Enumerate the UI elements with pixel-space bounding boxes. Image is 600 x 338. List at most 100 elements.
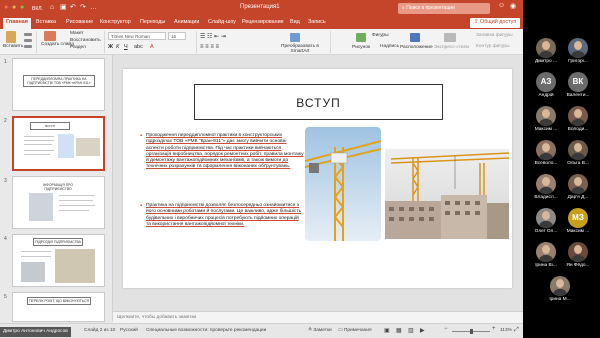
smartart-icon[interactable]: [290, 33, 300, 42]
font-size-select[interactable]: 16: [168, 32, 186, 40]
participant-tile[interactable]: Володи...: [563, 106, 593, 132]
search-input[interactable]: ⌕ Поиск в презентации: [398, 3, 490, 14]
current-slide[interactable]: ВСТУП ▪ Проходження переддипломної практ…: [123, 69, 512, 288]
tab-design[interactable]: Конструктор: [100, 19, 131, 25]
participant-name: Владисл...: [534, 195, 558, 200]
undo-icon[interactable]: ↶: [70, 3, 76, 13]
crane-photo-2[interactable]: [385, 149, 509, 239]
maximize-window-icon[interactable]: ●: [20, 3, 24, 13]
font-select[interactable]: Times New Roman: [108, 32, 166, 40]
more-icon[interactable]: …: [90, 3, 97, 13]
autosave-label[interactable]: ВКЛ.: [32, 4, 43, 14]
align-icon[interactable]: ≡ ≡ ≡ ≡: [200, 44, 219, 50]
font-color-icon[interactable]: A: [150, 44, 154, 50]
new-slide-button[interactable]: Создать слайд: [41, 42, 74, 47]
picture-button[interactable]: Рисунок: [352, 45, 370, 50]
layout-button[interactable]: Макет: [70, 31, 84, 36]
quick-styles-button[interactable]: Экспресс-стили: [434, 45, 469, 50]
redo-icon[interactable]: ↷: [80, 3, 86, 13]
slide-thumbnail-4[interactable]: ПІДРОЗДІЛ ПІДПРИЄМСТВА: [12, 234, 105, 287]
participant-tile[interactable]: Дмитро ...: [531, 38, 561, 64]
arrange-icon[interactable]: [410, 33, 420, 42]
quick-styles-icon[interactable]: [444, 33, 456, 42]
smiley-feedback-icon[interactable]: ☺: [498, 2, 505, 9]
reset-button[interactable]: Восстановить: [70, 38, 101, 43]
user-account-icon[interactable]: ◉: [510, 2, 516, 10]
arrange-button[interactable]: Расположение: [400, 45, 433, 50]
tab-review[interactable]: Рецензирование: [242, 19, 284, 25]
participant-tile[interactable]: Ірина М...: [545, 276, 575, 302]
slideshow-view-icon[interactable]: ▶: [420, 327, 425, 334]
tab-record[interactable]: Запись: [308, 19, 326, 25]
tab-view[interactable]: Вид: [290, 19, 300, 25]
cut-icon[interactable]: [24, 33, 32, 36]
crane-photo-1-graphic: [305, 127, 381, 241]
participant-tile[interactable]: Всеволо...: [531, 140, 561, 166]
section-button[interactable]: Раздел: [70, 45, 86, 50]
participant-tile[interactable]: Владисл...: [531, 174, 561, 200]
notes-toggle-button[interactable]: ≙ Заметки: [308, 328, 332, 333]
slide-thumbnail-2[interactable]: ВСТУП: [12, 116, 105, 171]
participant-tile[interactable]: Дар'я Д...: [563, 174, 593, 200]
paste-icon[interactable]: [6, 31, 16, 43]
zoom-level[interactable]: 113%: [500, 328, 512, 333]
textbox-button[interactable]: Надпись: [380, 44, 399, 49]
slide-editor[interactable]: ВСТУП ▪ Проходження переддипломної практ…: [113, 55, 523, 311]
participant-tile[interactable]: Максим ...: [531, 106, 561, 132]
zoom-out-icon[interactable]: −: [444, 326, 448, 332]
picture-icon[interactable]: [356, 33, 366, 42]
bullet-1[interactable]: ▪ Проходження переддипломної практики в …: [140, 133, 304, 171]
thumbnail-image: [76, 138, 100, 156]
tab-draw[interactable]: Рисование: [66, 19, 93, 25]
shapes-button[interactable]: Фигуры: [372, 33, 389, 38]
save-icon[interactable]: ▣: [60, 3, 67, 13]
format-painter-icon[interactable]: [24, 45, 32, 48]
slide-thumbnail-3[interactable]: ІНФОРМАЦІЯ ПРО ПІДПРИЄМСТВО: [12, 176, 105, 229]
italic-icon[interactable]: К: [116, 44, 119, 50]
participant-tile[interactable]: Ольга В...: [563, 140, 593, 166]
participant-tile[interactable]: ВК Валенти...: [563, 72, 593, 98]
bullet-2[interactable]: ▪ Практика на підприємстві дозволяє безп…: [140, 203, 304, 228]
new-slide-icon[interactable]: [44, 31, 56, 41]
tab-home[interactable]: Главная: [3, 18, 31, 29]
minimize-window-icon[interactable]: ●: [12, 3, 16, 13]
reading-view-icon[interactable]: ▥: [408, 327, 414, 334]
zoom-slider-handle[interactable]: [470, 329, 473, 334]
close-window-icon[interactable]: ●: [4, 3, 8, 13]
bullets-icon[interactable]: ☰ ☷ ⇤ ⇥: [200, 33, 226, 40]
fit-to-window-icon[interactable]: ⤢: [514, 327, 519, 334]
normal-view-icon[interactable]: ▣: [384, 327, 390, 334]
tab-slideshow[interactable]: Слайд-шоу: [208, 19, 236, 25]
language-indicator[interactable]: Русский: [120, 328, 138, 333]
copy-icon[interactable]: [24, 39, 32, 42]
participant-tile[interactable]: Ян Фёдо...: [563, 242, 593, 268]
slide-sorter-icon[interactable]: ▦: [396, 327, 402, 334]
participant-avatar: [536, 106, 556, 126]
comments-toggle-button[interactable]: ▭ Примечания: [338, 328, 372, 333]
participant-tile[interactable]: МЗ Максим ...: [563, 208, 593, 234]
tab-animations[interactable]: Анимации: [174, 19, 199, 25]
convert-smartart-button[interactable]: Преобразовать в SmartArt: [280, 44, 320, 54]
tab-insert[interactable]: Вставка: [36, 19, 56, 25]
slide-thumbnail-1[interactable]: ПЕРЕДДИПЛОМНА ПРАКТИКА НА ПІДПРИЄМСТВІ Т…: [12, 58, 105, 111]
shape-outline-button[interactable]: Контур фигуры: [476, 44, 510, 49]
strikethrough-icon[interactable]: abc: [134, 44, 143, 50]
thumbnail-title: ПЕРЕЛІК РОБІТ, ЩО ВИКОНУЮТЬСЯ: [27, 297, 91, 305]
share-button[interactable]: ⇪ Общий доступ: [470, 18, 521, 28]
home-icon[interactable]: ⌂: [50, 3, 54, 13]
shape-fill-button[interactable]: Заливка фигуры: [476, 33, 513, 38]
paste-button[interactable]: Вставить: [3, 44, 23, 49]
tab-transitions[interactable]: Переходы: [140, 19, 165, 25]
participant-tile[interactable]: Ірина Ві...: [531, 242, 561, 268]
title-placeholder[interactable]: ВСТУП: [194, 84, 443, 120]
slide-thumbnail-5[interactable]: ПЕРЕЛІК РОБІТ, ЩО ВИКОНУЮТЬСЯ: [12, 292, 105, 322]
participant-tile[interactable]: Григорі...: [563, 38, 593, 64]
participant-tile[interactable]: Олег Ол...: [531, 208, 561, 234]
accessibility-status[interactable]: Специальные возможности: проверьте реком…: [146, 328, 266, 333]
bold-icon[interactable]: Ж: [108, 44, 113, 50]
crane-photo-1[interactable]: [305, 127, 381, 241]
notes-pane[interactable]: Щелкните, чтобы добавить заметки: [113, 311, 523, 323]
zoom-in-icon[interactable]: +: [492, 326, 496, 332]
participant-tile[interactable]: АЗ Андрій: [531, 72, 561, 98]
underline-icon[interactable]: Ч: [124, 44, 128, 50]
